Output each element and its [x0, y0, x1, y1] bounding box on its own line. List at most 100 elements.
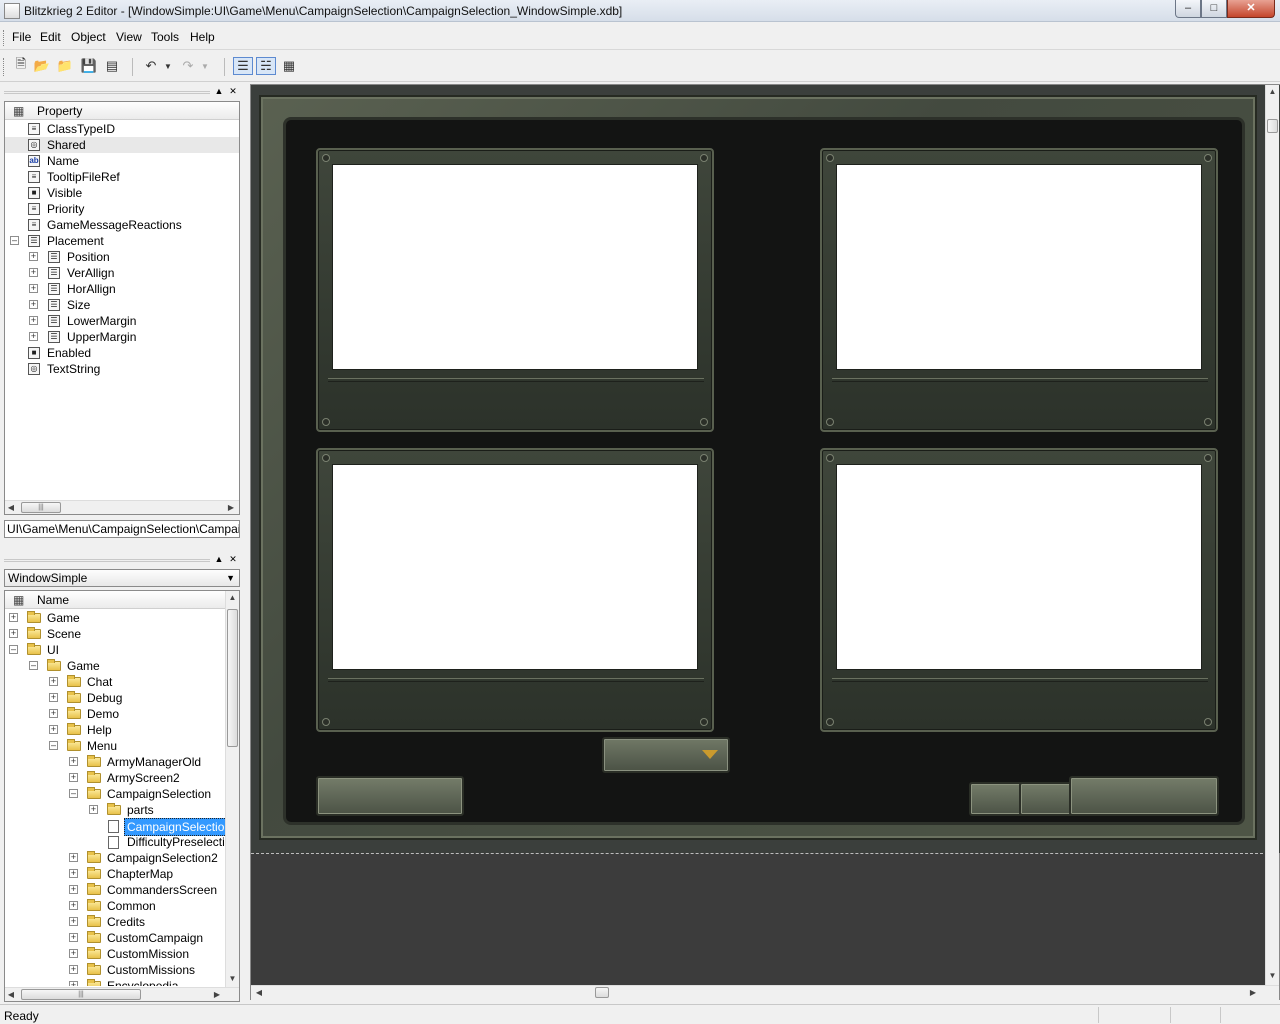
tree-item[interactable]: + ChapterMap	[5, 866, 225, 882]
scroll-thumb[interactable]	[595, 987, 609, 998]
object-type-select[interactable]: WindowSimple ▼	[4, 569, 240, 587]
chevron-down-icon[interactable]: ▼	[226, 570, 235, 586]
scroll-thumb[interactable]: |||	[21, 989, 141, 1000]
undo-dropdown-icon[interactable]: ▼	[162, 57, 174, 75]
tree-item[interactable]: + ArmyScreen2	[5, 770, 225, 786]
tree-horizontal-scrollbar[interactable]: ◀ ||| ▶	[5, 987, 239, 1001]
tree-item[interactable]: – CampaignSelection	[5, 786, 225, 802]
tree-view-icon[interactable]: ☵	[256, 57, 276, 75]
expand-icon[interactable]: +	[49, 725, 58, 734]
menu-edit[interactable]: Edit	[40, 30, 61, 44]
property-row[interactable]: ≡ GameMessageReactions	[5, 217, 239, 233]
tree-item-selected[interactable]: CampaignSelection_WindowSimple.xdb	[5, 818, 239, 836]
campaign-frame-top-right[interactable]	[820, 148, 1218, 432]
pin-icon[interactable]: ▲	[214, 86, 224, 96]
menu-object[interactable]: Object	[71, 30, 106, 44]
minimize-button[interactable]: –	[1175, 0, 1201, 18]
expand-icon[interactable]: +	[69, 949, 78, 958]
scroll-right-icon[interactable]: ▶	[211, 988, 223, 1001]
redo-icon[interactable]: ↷	[179, 57, 197, 75]
tree-item[interactable]: – Menu	[5, 738, 225, 754]
tree-item[interactable]: DifficultyPreselection	[5, 834, 225, 850]
expand-icon[interactable]: +	[9, 629, 18, 638]
expand-icon[interactable]: +	[69, 885, 78, 894]
menu-file[interactable]: File	[12, 30, 31, 44]
maximize-button[interactable]: □	[1201, 0, 1227, 18]
tree-item[interactable]: + parts	[5, 802, 225, 818]
scroll-left-icon[interactable]: ◀	[5, 988, 17, 1001]
property-row[interactable]: + ☰ HorAllign	[5, 281, 239, 297]
tree-item[interactable]: – Game	[5, 658, 225, 674]
collapse-icon[interactable]: –	[69, 789, 78, 798]
tree-item[interactable]: + ArmyManagerOld	[5, 754, 225, 770]
campaign-frame-top-left[interactable]	[316, 148, 714, 432]
property-row[interactable]: + ☰ UpperMargin	[5, 329, 239, 345]
expand-icon[interactable]: +	[69, 773, 78, 782]
pin-icon[interactable]: ▲	[214, 554, 224, 564]
property-view-icon[interactable]: ☰	[233, 57, 253, 75]
expand-icon[interactable]: +	[49, 693, 58, 702]
tree-item[interactable]: + CustomMissions	[5, 962, 225, 978]
menu-tools[interactable]: Tools	[151, 30, 179, 44]
menu-grip[interactable]	[3, 30, 6, 46]
tree-item[interactable]: + CampaignSelection2	[5, 850, 225, 866]
close-panel-icon[interactable]: ✕	[228, 86, 238, 96]
menu-help[interactable]: Help	[190, 30, 215, 44]
scroll-right-icon[interactable]: ▶	[225, 501, 237, 514]
tree-column-header[interactable]: ▦ Name	[5, 591, 225, 609]
expand-icon[interactable]: +	[29, 316, 38, 325]
editor-viewport[interactable]: ▲ ▼ ◀ ▶	[250, 84, 1280, 1000]
tree-item[interactable]: + Demo	[5, 706, 225, 722]
open-folder-icon[interactable]: 📂	[33, 57, 51, 75]
expand-icon[interactable]: +	[29, 284, 38, 293]
expand-icon[interactable]: +	[29, 300, 38, 309]
expand-icon[interactable]: +	[29, 252, 38, 261]
expand-icon[interactable]: +	[69, 917, 78, 926]
difficulty-dropdown[interactable]	[602, 737, 730, 773]
small-button-1[interactable]	[969, 782, 1025, 816]
save-icon[interactable]: 💾	[80, 57, 98, 75]
toolbar-grip[interactable]	[3, 58, 6, 76]
property-row[interactable]: + ☰ Position	[5, 249, 239, 265]
expand-icon[interactable]: +	[69, 981, 78, 986]
scroll-thumb[interactable]	[227, 609, 238, 747]
expand-icon[interactable]: +	[89, 805, 98, 814]
campaign-frame-bottom-left[interactable]	[316, 448, 714, 732]
property-row[interactable]: + ☰ VerAllign	[5, 265, 239, 281]
property-row[interactable]: ◎ Shared	[5, 137, 239, 153]
close-panel-icon[interactable]: ✕	[228, 554, 238, 564]
expand-icon[interactable]: +	[69, 933, 78, 942]
scroll-right-icon[interactable]: ▶	[1247, 986, 1259, 999]
save-all-icon[interactable]: ▤	[103, 57, 121, 75]
expand-icon[interactable]: +	[69, 901, 78, 910]
expand-icon[interactable]: +	[69, 869, 78, 878]
tree-item[interactable]: + Encyclopedia	[5, 978, 225, 986]
tree-item[interactable]: + CustomCampaign	[5, 930, 225, 946]
expand-icon[interactable]: +	[69, 965, 78, 974]
menu-view[interactable]: View	[116, 30, 142, 44]
campaign-selection-window[interactable]	[259, 95, 1257, 840]
panel-gripper[interactable]	[4, 559, 210, 562]
next-button[interactable]	[1069, 776, 1219, 816]
collapse-icon[interactable]: –	[10, 236, 19, 245]
tree-item[interactable]: + Game	[5, 610, 225, 626]
tree-item[interactable]: + Chat	[5, 674, 225, 690]
scroll-down-icon[interactable]: ▼	[226, 974, 239, 983]
tree-item[interactable]: + CustomMission	[5, 946, 225, 962]
expand-icon[interactable]: +	[69, 853, 78, 862]
tree-item[interactable]: + Scene	[5, 626, 225, 642]
back-button[interactable]	[316, 776, 464, 816]
design-canvas[interactable]	[251, 85, 1280, 853]
expand-icon[interactable]: +	[29, 268, 38, 277]
expand-icon[interactable]: +	[69, 757, 78, 766]
tree-item[interactable]: – UI	[5, 642, 225, 658]
property-row[interactable]: ■ Visible	[5, 185, 239, 201]
table-view-icon[interactable]: ▦	[279, 57, 299, 75]
campaign-frame-bottom-right[interactable]	[820, 448, 1218, 732]
panel-gripper[interactable]	[4, 91, 210, 94]
expand-icon[interactable]: +	[49, 709, 58, 718]
collapse-icon[interactable]: –	[29, 661, 38, 670]
property-row[interactable]: ■ Enabled	[5, 345, 239, 361]
scroll-left-icon[interactable]: ◀	[5, 501, 17, 514]
open-recent-icon[interactable]: 📁	[56, 57, 74, 75]
